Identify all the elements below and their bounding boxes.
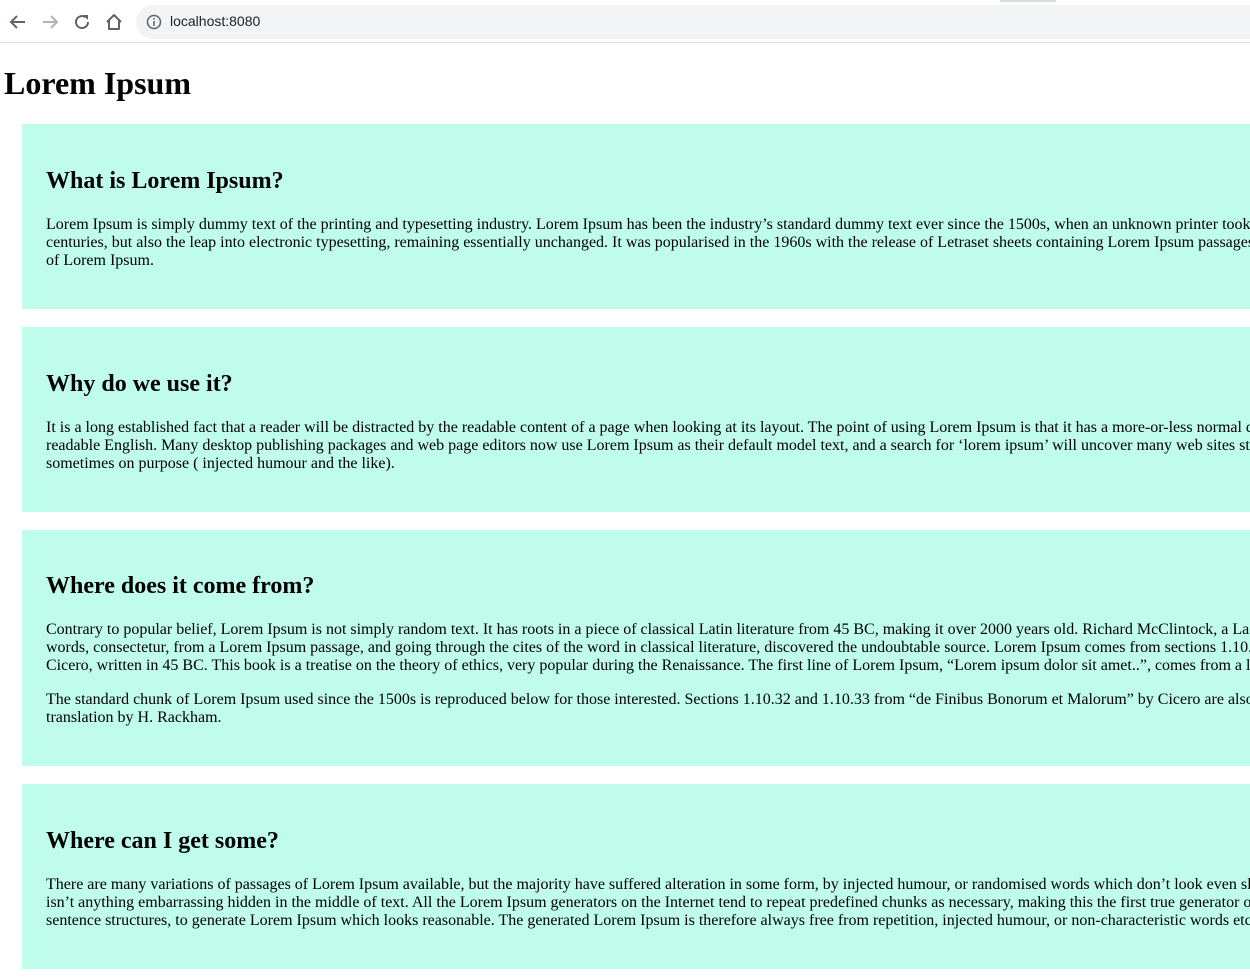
- page-title: Lorem Ipsum: [4, 65, 191, 101]
- section-line: Lorem Ipsum is simply dummy text of the …: [46, 216, 1250, 233]
- section-where-from: Where does it come from? Contrary to pop…: [22, 530, 1250, 766]
- section-line: sometimes on purpose ( injected humour a…: [46, 455, 395, 472]
- section-line: Contrary to popular belief, Lorem Ipsum …: [46, 621, 1250, 638]
- home-icon: [106, 14, 122, 30]
- section-what-is: What is Lorem Ipsum? Lorem Ipsum is simp…: [22, 124, 1250, 309]
- forward-icon: [43, 15, 59, 29]
- url-text[interactable]: localhost:8080: [170, 13, 260, 29]
- section-line: isn’t anything embarrassing hidden in th…: [46, 894, 1250, 911]
- forward-button[interactable]: [38, 8, 62, 36]
- section-line: readable English. Many desktop publishin…: [46, 437, 1250, 454]
- back-button[interactable]: [6, 8, 30, 36]
- section-heading: Where does it come from?: [46, 573, 315, 599]
- browser-toolbar: localhost:8080: [0, 0, 1250, 43]
- section-line: translation by H. Rackham.: [46, 709, 222, 726]
- section-line: centuries, but also the leap into electr…: [46, 234, 1250, 251]
- section-line: There are many variations of passages of…: [46, 876, 1250, 893]
- page-content: Lorem Ipsum What is Lorem Ipsum? Lorem I…: [0, 44, 1250, 979]
- home-button[interactable]: [102, 8, 126, 36]
- section-heading: Where can I get some?: [46, 828, 279, 854]
- section-line: Cicero, written in 45 BC. This book is a…: [46, 657, 1250, 674]
- section-where-get: Where can I get some? There are many var…: [22, 784, 1250, 969]
- section-why-use: Why do we use it? It is a long establish…: [22, 327, 1250, 512]
- reload-button[interactable]: [70, 8, 94, 36]
- reload-icon: [75, 15, 90, 30]
- section-line: of Lorem Ipsum.: [46, 252, 154, 269]
- section-line: sentence structures, to generate Lorem I…: [46, 912, 1250, 929]
- section-heading: What is Lorem Ipsum?: [46, 168, 284, 194]
- info-icon[interactable]: [146, 14, 162, 30]
- section-line: The standard chunk of Lorem Ipsum used s…: [46, 691, 1250, 708]
- section-heading: Why do we use it?: [46, 371, 233, 397]
- section-line: words, consectetur, from a Lorem Ipsum p…: [46, 639, 1250, 656]
- section-line: It is a long established fact that a rea…: [46, 419, 1250, 436]
- back-icon: [9, 15, 25, 29]
- tab-strip-edge: [1000, 0, 1056, 2]
- address-bar[interactable]: localhost:8080: [136, 5, 1250, 39]
